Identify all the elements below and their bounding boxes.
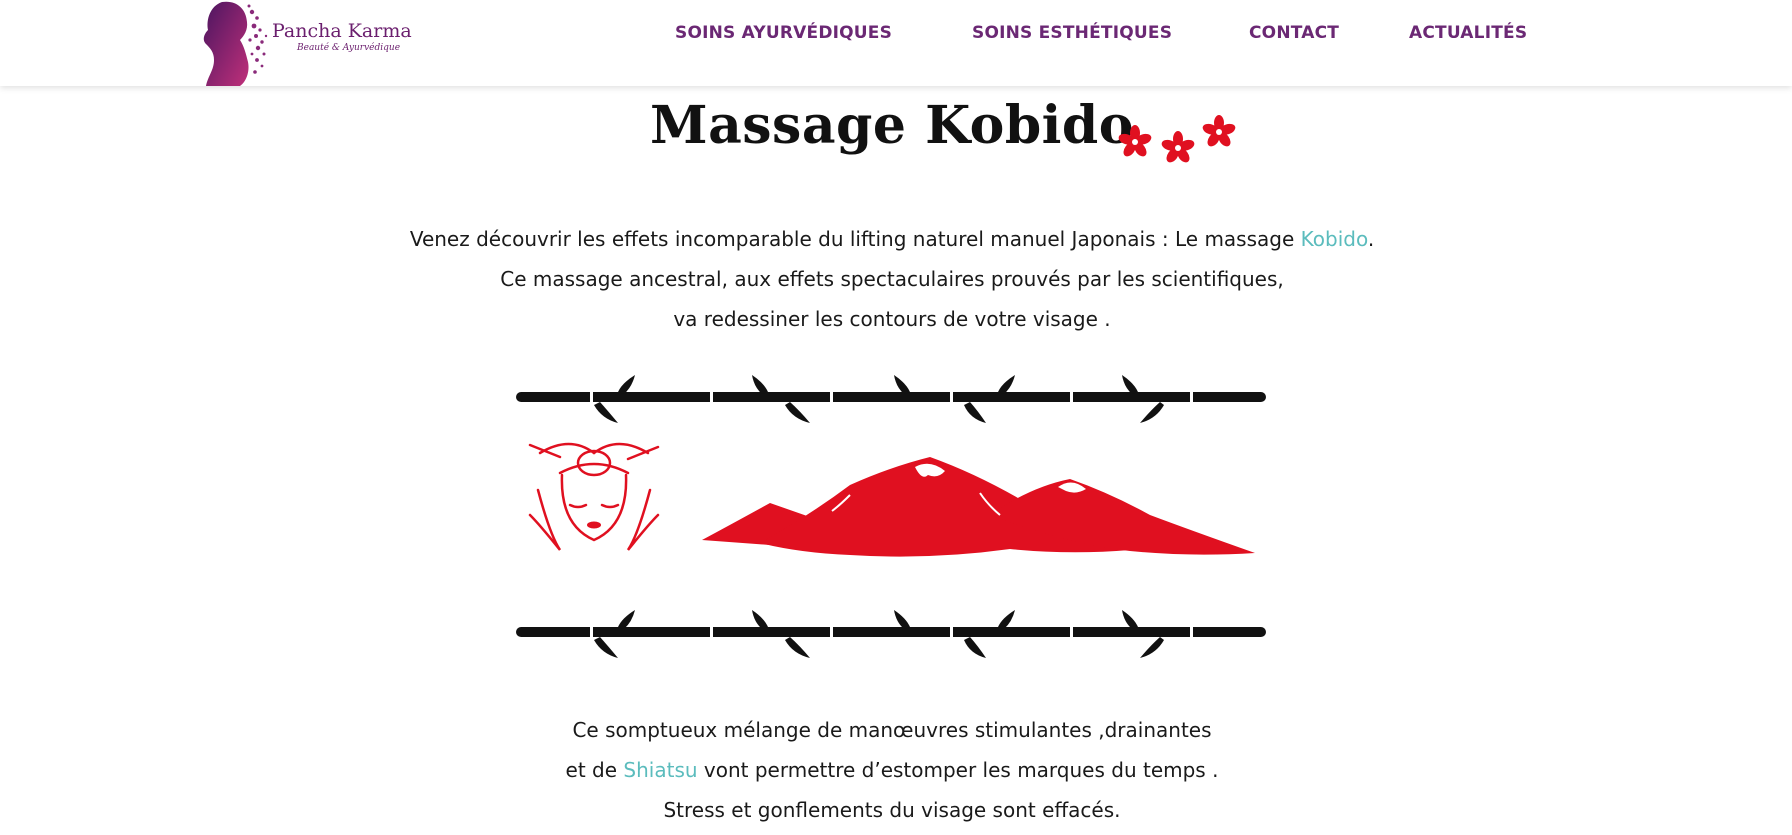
intro-line-3: va redessiner les contours de votre visa… [673, 307, 1111, 331]
intro-line-2: Ce massage ancestral, aux effets spectac… [500, 267, 1284, 291]
nav-actualites[interactable]: ACTUALITÉS [1409, 23, 1527, 43]
page-title: Massage Kobido [650, 95, 1134, 156]
kobido-link[interactable]: Kobido [1301, 227, 1368, 251]
outro-line-2-start: et de [565, 758, 624, 782]
outro-paragraph: Ce somptueux mélange de manœuvres stimul… [0, 710, 1784, 830]
kobido-illustration [516, 375, 1266, 658]
bamboo-bottom-icon [516, 610, 1266, 658]
mountains-icon [702, 457, 1255, 557]
logo-name: Pancha Karma [272, 20, 412, 42]
woman-silhouette-icon [203, 1, 268, 86]
outro-line-3: Stress et gonflements du visage sont eff… [663, 798, 1121, 822]
outro-line-2: et de Shiatsu vont permettre d’estomper … [0, 750, 1784, 790]
site-header: Pancha Karma Beauté & Ayurvédique SOINS … [0, 0, 1792, 86]
nav-contact[interactable]: CONTACT [1249, 23, 1339, 43]
cherry-blossom-icon [1118, 115, 1236, 163]
shiatsu-link[interactable]: Shiatsu [623, 758, 697, 782]
intro-line-1: Venez découvrir les effets incomparable … [0, 219, 1784, 259]
logo-tagline: Beauté & Ayurvédique [297, 43, 401, 53]
geisha-face-icon [528, 442, 660, 551]
intro-line-1-end: . [1367, 227, 1375, 251]
site-logo[interactable]: Pancha Karma Beauté & Ayurvédique [200, 0, 412, 86]
nav-soins-esthetiques[interactable]: SOINS ESTHÉTIQUES [972, 23, 1172, 43]
outro-line-1: Ce somptueux mélange de manœuvres stimul… [572, 718, 1212, 742]
outro-line-2-end: vont permettre d’estomper les marques du… [697, 758, 1219, 782]
bamboo-top-icon [516, 375, 1266, 423]
intro-paragraph: Venez découvrir les effets incomparable … [0, 219, 1784, 339]
nav-soins-ayurvediques[interactable]: SOINS AYURVÉDIQUES [675, 23, 892, 43]
intro-line-1-text: Venez découvrir les effets incomparable … [409, 227, 1301, 251]
